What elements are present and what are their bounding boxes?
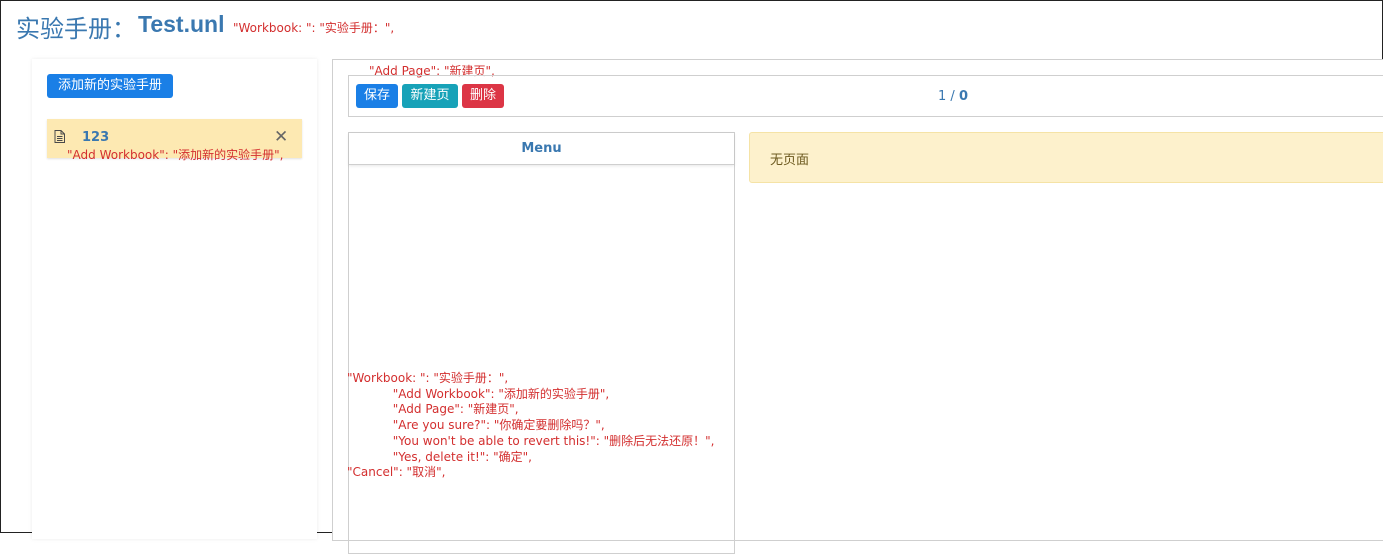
no-page-alert: 无页面 [749,132,1383,183]
save-button[interactable]: 保存 [356,84,398,108]
page-total: 0 [958,89,968,104]
workbook-list-item[interactable]: 123 ✕ "Add Workbook": "添加新的实验手册", [47,119,302,162]
close-icon[interactable]: ✕ [274,127,288,147]
menu-debug-text: "Workbook: ": "实验手册：", "Add Workbook": "… [347,371,715,480]
sidebar-debug-text: "Add Workbook": "添加新的实验手册", [67,148,284,162]
page-separator: / [950,89,955,104]
workbook-file-name: Test.unl [138,11,225,37]
new-page-button[interactable]: 新建页 [402,84,458,108]
page-toolbar: 保存 新建页 删除 1 / 0 [348,75,1383,117]
page-indicator: 1 / 0 [938,89,968,104]
add-workbook-button[interactable]: 添加新的实验手册 [47,74,173,98]
workbook-sidebar: 添加新的实验手册 123 ✕ "Add Workbook": "添加新的实验手册… [32,59,317,539]
page-current: 1 [938,89,947,104]
delete-button[interactable]: 删除 [462,84,504,108]
workbook-name: 123 [82,130,110,145]
document-icon [54,130,65,143]
menu-panel: Menu "Workbook: ": "实验手册：", "Add Workboo… [347,132,735,554]
page-title: 实验手册： [16,15,136,43]
workbook-main-panel: "Add Page": "新建页", 保存 新建页 删除 1 / 0 Menu … [332,59,1383,554]
header-debug-text: "Workbook: ": "实验手册：", [233,21,395,35]
no-page-text: 无页面 [770,153,810,168]
menu-title: Menu [349,133,734,165]
